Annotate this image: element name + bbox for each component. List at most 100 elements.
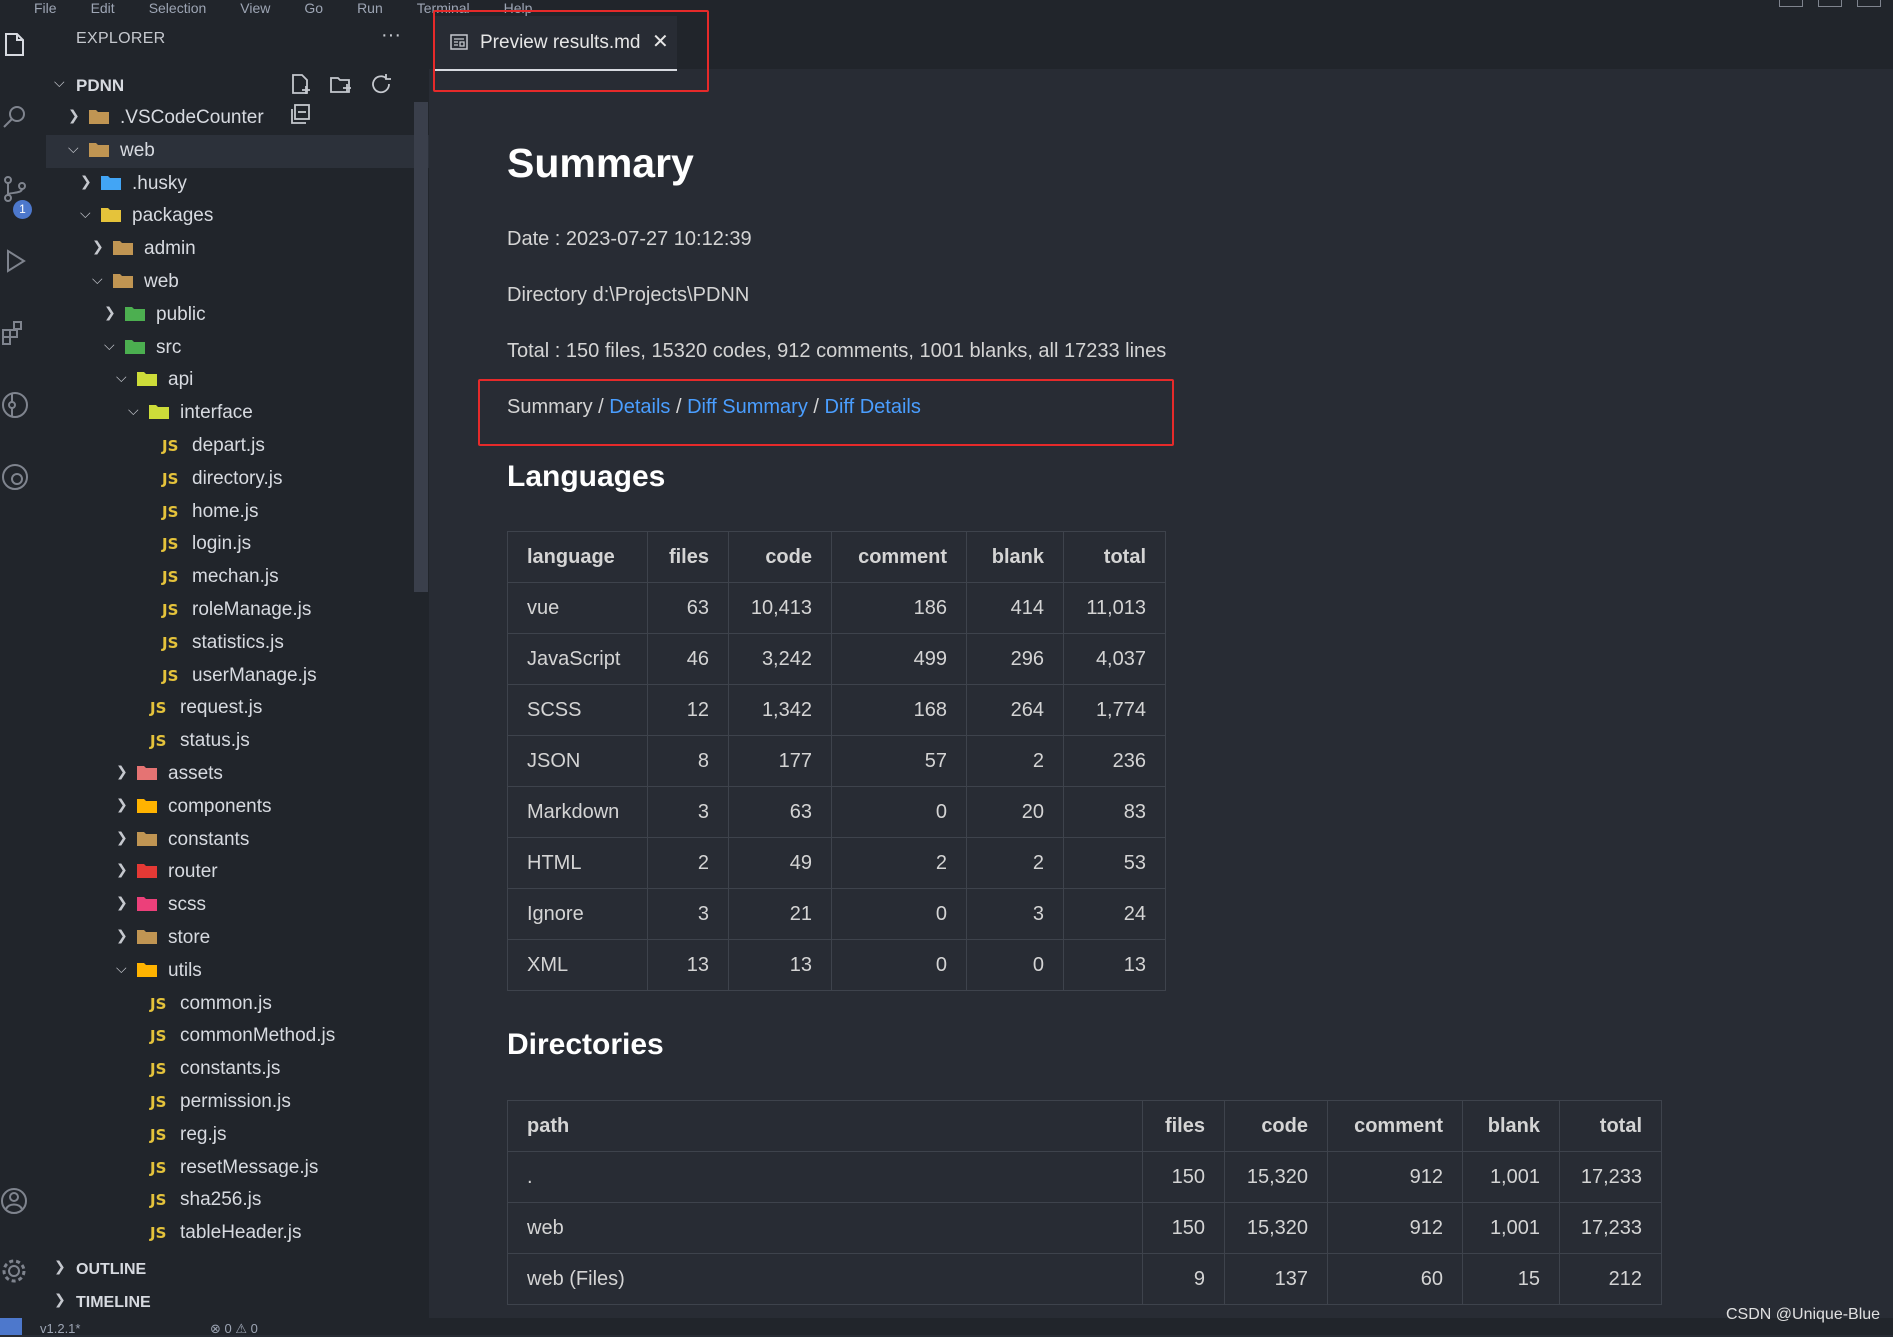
folder-icon <box>136 960 158 978</box>
tree-file-item[interactable]: JS roleManage.js <box>46 594 429 627</box>
tree-item-label: constants <box>168 828 250 850</box>
menu-item-file[interactable]: File <box>34 1 57 15</box>
menu-item-edit[interactable]: Edit <box>91 1 115 15</box>
tree-file-item[interactable]: JS depart.js <box>46 430 429 463</box>
menu-item-view[interactable]: View <box>240 1 270 15</box>
table-cell: 53 <box>1063 837 1166 889</box>
table-cell: 3 <box>966 888 1064 940</box>
run-debug-icon[interactable] <box>0 246 28 282</box>
git-lens-icon[interactable] <box>0 462 28 498</box>
sidebar-scrollbar[interactable] <box>414 102 428 592</box>
more-actions-icon[interactable]: ··· <box>381 24 401 47</box>
window-maximize-icon[interactable] <box>1818 0 1842 7</box>
tree-file-item[interactable]: JS home.js <box>46 496 429 529</box>
tree-folder-item[interactable]: ⌵ web <box>46 266 429 299</box>
tree-item-label: admin <box>144 238 196 260</box>
table-cell: 3,242 <box>728 633 832 685</box>
table-cell: 12 <box>647 684 729 736</box>
table-row: web (Files) 9 137 60 15 212 <box>507 1253 1662 1305</box>
table-cell: 11,013 <box>1063 582 1166 634</box>
tree-folder-item[interactable]: ❯ constants <box>46 824 429 857</box>
column-header: language <box>507 531 648 583</box>
explorer-icon[interactable] <box>0 30 28 66</box>
javascript-file-icon: JS <box>150 699 167 718</box>
accounts-icon[interactable] <box>0 1186 28 1222</box>
window-close-icon[interactable] <box>1857 0 1881 7</box>
tree-folder-item[interactable]: ❯ .VSCodeCounter <box>46 102 429 135</box>
tree-item-label: mechan.js <box>192 566 279 588</box>
folder-icon <box>136 829 158 847</box>
tree-file-item[interactable]: JS permission.js <box>46 1086 429 1119</box>
source-control-icon[interactable]: 1 <box>0 174 32 219</box>
tree-file-item[interactable]: JS statistics.js <box>46 627 429 660</box>
tree-file-item[interactable]: JS constants.js <box>46 1053 429 1086</box>
tree-folder-item[interactable]: ❯ store <box>46 922 429 955</box>
tree-folder-item[interactable]: ⌵ interface <box>46 397 429 430</box>
tree-file-item[interactable]: JS request.js <box>46 692 429 725</box>
tree-file-item[interactable]: JS commonMethod.js <box>46 1020 429 1053</box>
table-cell: 2 <box>647 837 729 889</box>
menu-item-run[interactable]: Run <box>357 1 383 15</box>
column-header: code <box>1224 1100 1328 1152</box>
settings-gear-icon[interactable] <box>0 1256 28 1292</box>
timeline-section[interactable]: ❯ TIMELINE <box>46 1287 429 1317</box>
directories-table: path files code comment blank total. 150 15,320… <box>507 1100 1662 1305</box>
page-title: Summary <box>507 140 694 186</box>
column-header: total <box>1559 1100 1662 1152</box>
git-graph-icon[interactable] <box>0 390 28 426</box>
tree-item-label: home.js <box>192 500 259 522</box>
tree-folder-item[interactable]: ❯ .husky <box>46 168 429 201</box>
tree-file-item[interactable]: JS mechan.js <box>46 561 429 594</box>
new-file-icon[interactable] <box>288 72 314 96</box>
tree-file-item[interactable]: JS common.js <box>46 988 429 1021</box>
window-minimize-icon[interactable] <box>1779 0 1803 7</box>
table-cell: 0 <box>831 939 967 991</box>
tree-file-item[interactable]: JS reg.js <box>46 1119 429 1152</box>
tree-file-item[interactable]: JS directory.js <box>46 463 429 496</box>
watermark: CSDN @Unique-Blue <box>1726 1306 1881 1323</box>
directories-heading: Directories <box>507 1028 664 1061</box>
tree-file-item[interactable]: JS resetMessage.js <box>46 1152 429 1185</box>
tree-item-label: commonMethod.js <box>180 1025 336 1047</box>
chevron-right-icon: ❯ <box>116 795 128 812</box>
tree-file-item[interactable]: JS userManage.js <box>46 660 429 693</box>
table-cell: 2 <box>831 837 967 889</box>
folder-icon <box>136 927 158 945</box>
tree-file-item[interactable]: JS login.js <box>46 528 429 561</box>
chevron-down-icon: ⌵ <box>80 205 91 222</box>
tree-folder-item[interactable]: ⌵ packages <box>46 200 429 233</box>
tree-folder-item[interactable]: ❯ assets <box>46 758 429 791</box>
languages-heading: Languages <box>507 460 666 493</box>
tree-item-label: src <box>156 336 182 358</box>
menu-item-go[interactable]: Go <box>304 1 323 15</box>
outline-label: OUTLINE <box>76 1261 147 1278</box>
tree-folder-item[interactable]: ❯ components <box>46 791 429 824</box>
extensions-icon[interactable] <box>0 318 28 354</box>
javascript-file-icon: JS <box>150 1093 167 1111</box>
branch-indicator[interactable]: v1.2.1* <box>40 1321 80 1336</box>
tree-folder-item[interactable]: ❯ scss <box>46 889 429 922</box>
new-folder-icon[interactable] <box>328 72 354 96</box>
menu-item-selection[interactable]: Selection <box>149 1 207 15</box>
tree-item-label: web <box>120 139 155 161</box>
table-cell: 63 <box>647 582 729 634</box>
table-row: JSON 8 177 57 2 236 <box>507 735 1166 787</box>
tree-file-item[interactable]: JS sha256.js <box>46 1184 429 1217</box>
tree-file-item[interactable]: JS status.js <box>46 725 429 758</box>
project-section-header[interactable]: ⌵ PDNN <box>46 72 429 124</box>
tree-folder-item[interactable]: ❯ public <box>46 299 429 332</box>
outline-section[interactable]: ❯ OUTLINE <box>46 1254 429 1284</box>
tree-folder-item[interactable]: ❯ router <box>46 856 429 889</box>
search-icon[interactable] <box>0 102 28 138</box>
tree-folder-item[interactable]: ⌵ api <box>46 364 429 397</box>
tree-folder-item[interactable]: ⌵ src <box>46 332 429 365</box>
table-cell: 49 <box>728 837 832 889</box>
tree-folder-item[interactable]: ⌵ web <box>46 134 429 168</box>
refresh-icon[interactable] <box>369 72 395 96</box>
remote-indicator[interactable] <box>0 1318 22 1335</box>
tree-folder-item[interactable]: ⌵ utils <box>46 955 429 988</box>
tree-folder-item[interactable]: ❯ admin <box>46 233 429 266</box>
languages-table: language files code comment blank total vue 63 1… <box>507 531 1166 991</box>
tree-file-item[interactable]: JS tableHeader.js <box>46 1217 429 1250</box>
tree-item-label: interface <box>180 402 253 424</box>
